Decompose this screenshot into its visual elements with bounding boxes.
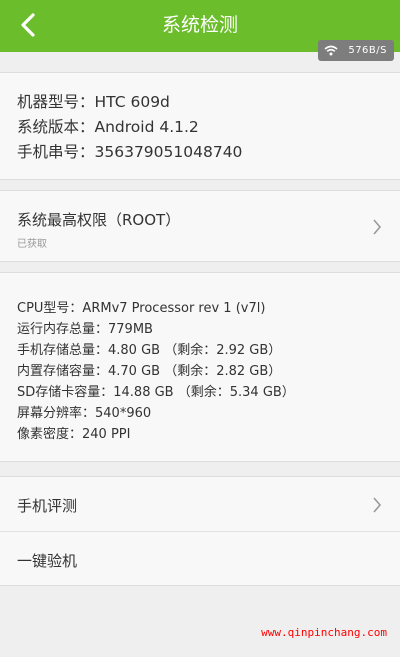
page-title: 系统检测 xyxy=(161,14,238,36)
sd-card-storage: SD存储卡容量：14.88 GB （剩余：5.34 GB） xyxy=(17,385,295,400)
system-version: 系统版本：Android 4.1.2 xyxy=(17,118,199,136)
screen-resolution: 屏幕分辨率：540*960 xyxy=(17,406,152,421)
root-permission-row[interactable]: 系统最高权限（ROOT） 已获取 xyxy=(0,190,400,262)
phone-benchmark-label: 手机评测 xyxy=(17,497,78,515)
cpu-model: CPU型号：ARMv7 Processor rev 1 (v7l) xyxy=(17,301,266,316)
device-model: 机器型号：HTC 609d xyxy=(17,93,170,111)
serial-number: 手机串号：356379051048740 xyxy=(17,143,243,161)
chevron-right-icon xyxy=(373,219,382,235)
one-key-check-row[interactable]: 一键验机 xyxy=(0,532,400,586)
root-permission-status: 已获取 xyxy=(17,239,47,250)
internal-storage: 内置存储容量：4.70 GB （剩余：2.82 GB） xyxy=(17,364,282,379)
wifi-icon xyxy=(324,45,338,56)
chevron-right-icon xyxy=(373,497,382,513)
device-info-card: 机器型号：HTC 609d 系统版本：Android 4.1.2 手机串号：35… xyxy=(0,72,400,180)
pixel-density: 像素密度：240 PPI xyxy=(17,427,131,442)
watermark: www.qinpinchang.com xyxy=(261,626,387,639)
one-key-check-label: 一键验机 xyxy=(17,552,78,570)
phone-storage-total: 手机存储总量：4.80 GB （剩余：2.92 GB） xyxy=(17,343,282,358)
root-permission-title: 系统最高权限（ROOT） xyxy=(17,211,181,229)
ram-total: 运行内存总量：779MB xyxy=(17,322,153,337)
network-speed-badge: 576B/S xyxy=(318,40,394,61)
hardware-info-card: CPU型号：ARMv7 Processor rev 1 (v7l) 运行内存总量… xyxy=(0,272,400,462)
phone-benchmark-row[interactable]: 手机评测 xyxy=(0,477,400,532)
action-menu: 手机评测 一键验机 xyxy=(0,476,400,586)
network-speed-text: 576B/S xyxy=(348,45,387,56)
